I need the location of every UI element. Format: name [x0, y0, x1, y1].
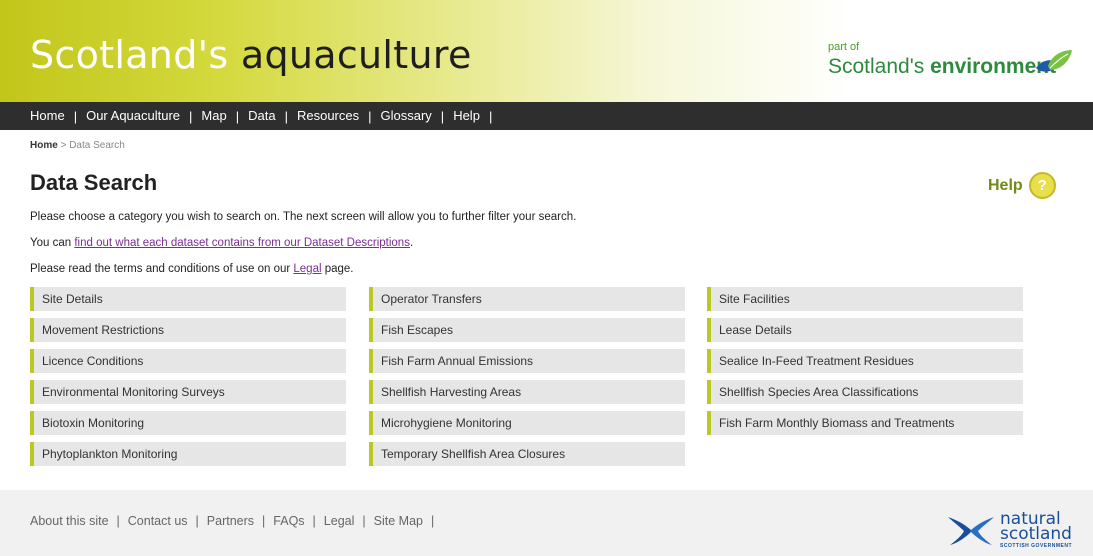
category-fish-farm-annual-emissions[interactable]: Fish Farm Annual Emissions	[369, 349, 685, 373]
site-title-part1: Scotland's	[30, 33, 229, 77]
footer-link-about[interactable]: About this site	[30, 514, 109, 528]
intro-dataset-prefix: You can	[30, 237, 75, 249]
nav-separator: |	[440, 108, 445, 124]
category-fish-farm-monthly-biomass-and-treatments[interactable]: Fish Farm Monthly Biomass and Treatments	[707, 411, 1023, 435]
category-shellfish-harvesting-areas[interactable]: Shellfish Harvesting Areas	[369, 380, 685, 404]
footer: About this site | Contact us | Partners …	[0, 490, 1093, 556]
intro-instructions: Please choose a category you wish to sea…	[30, 211, 577, 223]
category-environmental-monitoring-surveys[interactable]: Environmental Monitoring Surveys	[30, 380, 346, 404]
footer-separator: |	[262, 514, 266, 528]
partner-name-regular: Scotland's	[828, 55, 925, 78]
intro-dataset-descriptions: You can find out what each dataset conta…	[30, 237, 413, 249]
category-site-facilities[interactable]: Site Facilities	[707, 287, 1023, 311]
footer-link-contact[interactable]: Contact us	[128, 514, 188, 528]
saltire-bird-icon	[948, 517, 994, 546]
footer-link-partners[interactable]: Partners	[207, 514, 254, 528]
nav-separator: |	[235, 108, 240, 124]
category-sealice-in-feed-treatment-residues[interactable]: Sealice In-Feed Treatment Residues	[707, 349, 1023, 373]
intro-legal: Please read the terms and conditions of …	[30, 263, 354, 275]
nav-item-glossary[interactable]: Glossary	[381, 102, 432, 130]
category-operator-transfers[interactable]: Operator Transfers	[369, 287, 685, 311]
nav-separator: |	[73, 108, 78, 124]
nav-item-help[interactable]: Help	[453, 102, 480, 130]
site-title[interactable]: Scotland's aquaculture	[30, 36, 472, 74]
nav-item-home[interactable]: Home	[30, 102, 65, 130]
partner-name: Scotland's environment	[828, 56, 1056, 77]
help-question-icon: ?	[1028, 172, 1056, 199]
footer-separator: |	[195, 514, 199, 528]
dataset-descriptions-link[interactable]: find out what each dataset contains from…	[74, 237, 410, 249]
site-banner: Scotland's aquaculture part of Scotland'…	[0, 0, 1093, 102]
footer-separator: |	[362, 514, 366, 528]
category-fish-escapes[interactable]: Fish Escapes	[369, 318, 685, 342]
natural-scotland-logo[interactable]: natural scotland SCOTTISH GOVERNMENT	[946, 511, 1073, 549]
footer-separator: |	[312, 514, 316, 528]
partner-link[interactable]: part of Scotland's environment	[828, 41, 1056, 78]
nav-separator: |	[368, 108, 372, 124]
help-button[interactable]: Help ?	[988, 172, 1056, 199]
logo-line2: scotland	[1000, 523, 1072, 544]
nav-separator: |	[189, 108, 193, 124]
page-title: Data Search	[30, 170, 158, 195]
category-lease-details[interactable]: Lease Details	[707, 318, 1023, 342]
help-label: Help	[988, 176, 1023, 194]
category-temporary-shellfish-area-closures[interactable]: Temporary Shellfish Area Closures	[369, 442, 685, 466]
nav-item-our-aquaculture[interactable]: Our Aquaculture	[86, 102, 180, 130]
logo-line3: SCOTTISH GOVERNMENT	[1000, 542, 1073, 549]
category-movement-restrictions[interactable]: Movement Restrictions	[30, 318, 346, 342]
intro-legal-suffix: page.	[321, 263, 354, 275]
nav-separator: |	[284, 108, 288, 124]
category-shellfish-species-area-classifications[interactable]: Shellfish Species Area Classifications	[707, 380, 1023, 404]
intro-dataset-suffix: .	[409, 237, 414, 249]
category-site-details[interactable]: Site Details	[30, 287, 346, 311]
footer-link-site-map[interactable]: Site Map	[374, 514, 423, 528]
footer-separator: |	[116, 514, 120, 528]
nav-item-resources[interactable]: Resources	[297, 102, 359, 130]
category-licence-conditions[interactable]: Licence Conditions	[30, 349, 346, 373]
scotlands-environment-leaf-icon	[1036, 50, 1072, 72]
breadcrumb-separator: >	[60, 140, 67, 151]
natural-scotland-text: natural scotland SCOTTISH GOVERNMENT	[1000, 511, 1073, 549]
breadcrumb-home-link[interactable]: Home	[30, 140, 58, 151]
footer-links: About this site | Contact us | Partners …	[30, 514, 442, 528]
footer-link-faqs[interactable]: FAQs	[273, 514, 304, 528]
category-microhygiene-monitoring[interactable]: Microhygiene Monitoring	[369, 411, 685, 435]
breadcrumb: Home > Data Search	[30, 140, 125, 151]
footer-link-legal[interactable]: Legal	[324, 514, 355, 528]
breadcrumb-current: Data Search	[69, 140, 125, 151]
nav-separator: |	[488, 108, 493, 124]
nav-item-map[interactable]: Map	[201, 102, 226, 130]
footer-separator: |	[430, 514, 435, 528]
legal-link[interactable]: Legal	[293, 263, 321, 275]
nav-item-data[interactable]: Data	[248, 102, 275, 130]
site-title-part2: aquaculture	[240, 33, 472, 77]
category-biotoxin-monitoring[interactable]: Biotoxin Monitoring	[30, 411, 346, 435]
partner-prefix: part of	[828, 41, 860, 53]
intro-legal-prefix: Please read the terms and conditions of …	[30, 263, 294, 275]
main-nav: Home | Our Aquaculture | Map | Data | Re…	[0, 102, 1093, 130]
category-phytoplankton-monitoring[interactable]: Phytoplankton Monitoring	[30, 442, 346, 466]
